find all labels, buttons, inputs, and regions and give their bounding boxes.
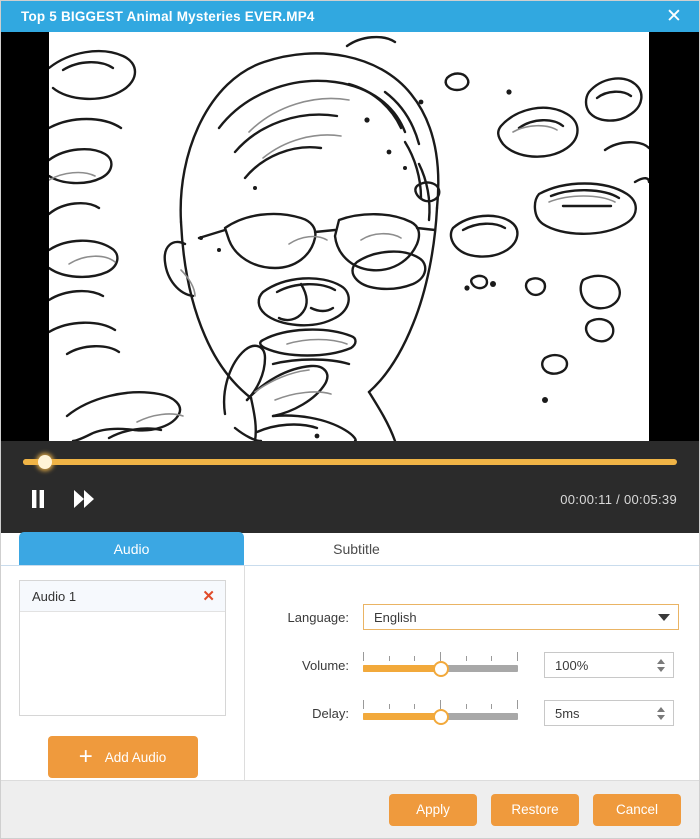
tab-audio[interactable]: Audio (19, 532, 244, 565)
main-panel: Audio 1 ✕ + Add Audio Language: English … (1, 566, 699, 780)
volume-slider[interactable] (363, 652, 518, 678)
add-audio-button[interactable]: + Add Audio (47, 736, 198, 778)
remove-icon[interactable]: ✕ (202, 589, 215, 604)
arrow-up-icon[interactable] (656, 706, 665, 712)
audio-settings-form: Language: English Volume: 100% Delay: 5m… (245, 566, 699, 780)
restore-button[interactable]: Restore (491, 793, 579, 826)
tab-subtitle-label: Subtitle (333, 540, 380, 557)
tick (516, 700, 518, 709)
tab-strip: Audio Subtitle (1, 532, 699, 566)
video-frame (49, 32, 649, 441)
tab-audio-label: Audio (113, 540, 150, 557)
delay-slider-fill (363, 713, 441, 720)
delay-stepper[interactable]: 5ms (544, 700, 674, 726)
arrow-down-icon[interactable] (656, 666, 665, 672)
tick (465, 656, 467, 661)
playback-progress-slider[interactable] (23, 453, 677, 471)
tick (491, 704, 493, 709)
delay-slider-ticks (363, 700, 518, 709)
tick (516, 652, 518, 661)
language-label: Language: (287, 609, 349, 625)
tick (439, 652, 441, 661)
video-preview-area[interactable] (1, 32, 699, 441)
delay-spinner-arrows[interactable] (654, 706, 667, 720)
delay-label: Delay: (312, 705, 349, 721)
audio-track-list[interactable]: Audio 1 ✕ (19, 580, 226, 716)
tick (439, 700, 441, 709)
volume-label: Volume: (302, 657, 349, 673)
footer-bar: Apply Restore Cancel (1, 780, 699, 838)
tick (491, 656, 493, 661)
language-select[interactable]: English (363, 604, 679, 630)
transport-controls: 00:00:11 / 00:05:39 (23, 483, 677, 515)
tick (414, 704, 416, 709)
plus-icon: + (78, 743, 93, 770)
video-sketch-artwork (49, 32, 649, 441)
volume-slider-ticks (363, 652, 518, 661)
chevron-down-icon (658, 613, 670, 621)
arrow-up-icon[interactable] (656, 658, 665, 664)
delay-slider[interactable] (363, 700, 518, 726)
progress-track (23, 459, 677, 465)
tick (414, 656, 416, 661)
tick (363, 700, 364, 709)
volume-slider-handle[interactable] (432, 661, 449, 677)
tick (363, 652, 364, 661)
player-controls-bar: 00:00:11 / 00:05:39 (1, 441, 699, 533)
pause-icon[interactable] (23, 485, 53, 513)
close-icon[interactable]: ✕ (659, 4, 689, 30)
delay-row: Delay: 5ms (275, 700, 679, 726)
volume-value: 100% (555, 657, 589, 673)
tick (388, 656, 390, 661)
window-title: Top 5 BIGGEST Animal Mysteries EVER.MP4 (21, 9, 315, 24)
volume-row: Volume: 100% (275, 652, 679, 678)
volume-spinner-arrows[interactable] (654, 658, 667, 672)
language-row: Language: English (275, 604, 679, 630)
list-item[interactable]: Audio 1 ✕ (20, 581, 225, 612)
add-audio-label: Add Audio (104, 749, 167, 765)
delay-slider-handle[interactable] (432, 709, 449, 725)
fast-forward-icon[interactable] (69, 485, 99, 513)
tick (388, 704, 390, 709)
cancel-button[interactable]: Cancel (593, 793, 681, 826)
audio-item-label: Audio 1 (32, 588, 77, 604)
video-audio-settings-window: Top 5 BIGGEST Animal Mysteries EVER.MP4 … (0, 0, 700, 839)
volume-slider-fill (363, 665, 441, 672)
tab-subtitle[interactable]: Subtitle (244, 532, 469, 565)
apply-button[interactable]: Apply (389, 793, 477, 826)
time-display: 00:00:11 / 00:05:39 (560, 491, 677, 507)
arrow-down-icon[interactable] (656, 714, 665, 720)
delay-value: 5ms (555, 705, 580, 721)
language-value: English (374, 609, 417, 625)
progress-handle[interactable] (37, 455, 52, 469)
title-bar: Top 5 BIGGEST Animal Mysteries EVER.MP4 … (1, 1, 699, 32)
audio-track-pane: Audio 1 ✕ + Add Audio (1, 566, 245, 780)
volume-stepper[interactable]: 100% (544, 652, 674, 678)
tick (465, 704, 467, 709)
